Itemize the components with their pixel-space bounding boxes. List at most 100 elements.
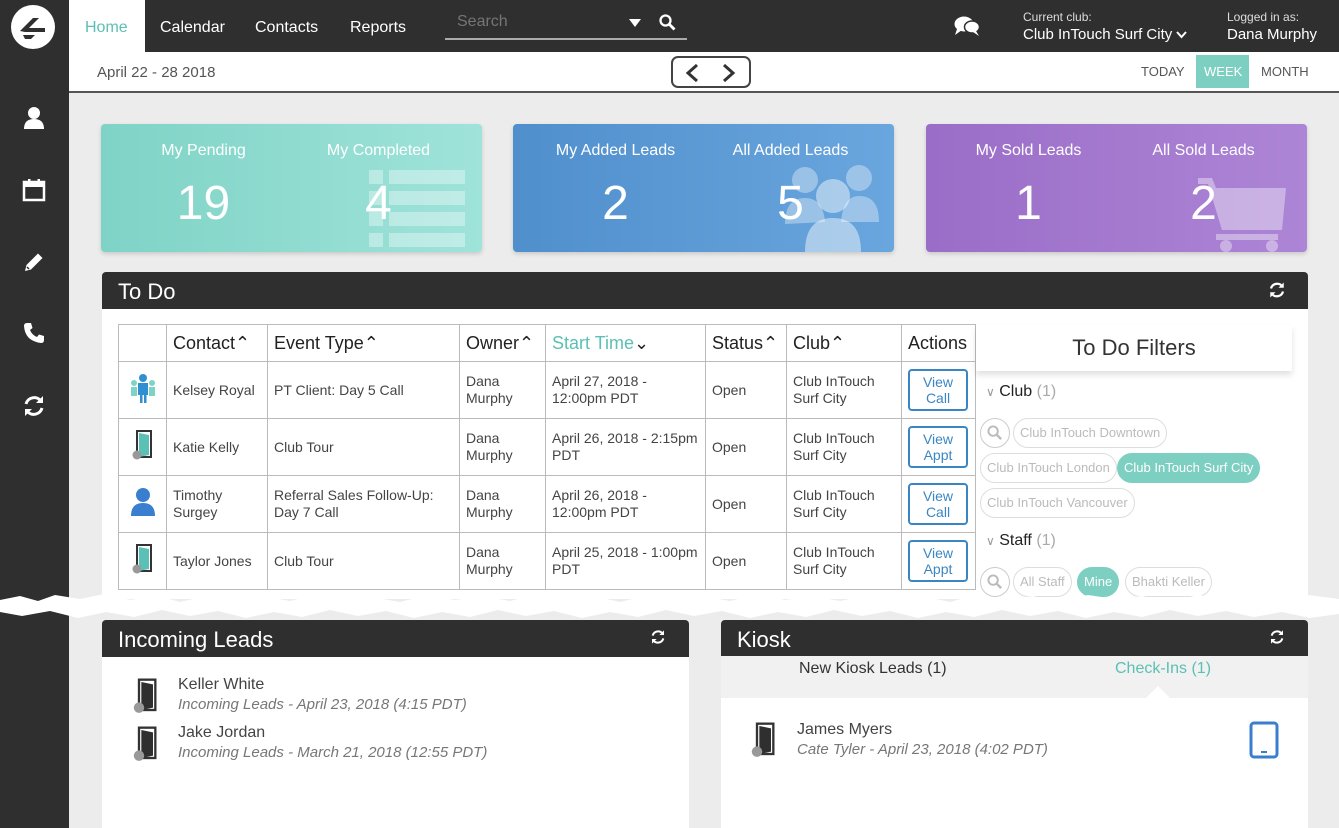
- status-cell: Open: [705, 532, 787, 590]
- owner-cell: Dana Murphy: [459, 361, 546, 419]
- search-icon: [987, 574, 1002, 589]
- club-filter-toggle[interactable]: ∨ Club (1): [986, 383, 1056, 401]
- col-actions: Actions: [901, 324, 976, 362]
- all-added-leads-label: All Added Leads: [732, 142, 849, 159]
- sold-leads-card[interactable]: My Sold Leads 1 All Sold Leads 2: [926, 124, 1307, 252]
- contact-cell: Kelsey Royal: [166, 361, 268, 419]
- tab-reports[interactable]: Reports: [350, 0, 406, 52]
- calendar-icon[interactable]: [18, 174, 50, 206]
- tablet-icon[interactable]: [1249, 721, 1279, 759]
- table-row[interactable]: Taylor Jones Club Tour Dana Murphy April…: [118, 532, 976, 590]
- current-club-label: Current club:: [1023, 10, 1092, 24]
- view-call-button[interactable]: View Call: [908, 369, 968, 411]
- view-today-button[interactable]: TODAY: [1133, 55, 1193, 88]
- torn-edge-divider: [0, 594, 1339, 618]
- kiosk-header: Kiosk: [721, 620, 1308, 657]
- list-item[interactable]: Keller White Incoming Leads - April 23, …: [178, 676, 467, 713]
- tab-contacts[interactable]: Contacts: [255, 0, 318, 52]
- start-cell: April 26, 2018 - 2:15pm PDT: [545, 418, 706, 476]
- date-nav: [671, 56, 751, 88]
- my-added-leads-value: 2: [602, 177, 629, 230]
- view-appt-button[interactable]: View Appt: [908, 426, 968, 468]
- tab-check-ins[interactable]: Check-Ins (1): [1115, 660, 1211, 678]
- phone-icon[interactable]: [18, 317, 50, 349]
- chevron-left-icon[interactable]: [685, 63, 699, 83]
- my-pending-value: 19: [176, 177, 231, 230]
- chevron-down-icon: [1176, 31, 1188, 39]
- tasks-card[interactable]: My Pending 19 My Completed 4: [101, 124, 482, 252]
- todo-title: To Do: [118, 279, 176, 304]
- contact-cell: Katie Kelly: [166, 418, 268, 476]
- my-sold-leads-label: My Sold Leads: [975, 142, 1082, 159]
- view-call-button[interactable]: View Call: [908, 483, 968, 525]
- current-club-selector[interactable]: Current club: Club InTouch Surf City: [1023, 10, 1188, 43]
- checkin-name: James Myers: [797, 721, 893, 738]
- lead-name: Jake Jordan: [178, 724, 266, 741]
- col-event-type[interactable]: Event Type⌃: [267, 324, 460, 362]
- tab-calendar[interactable]: Calendar: [160, 0, 225, 52]
- app-logo[interactable]: [11, 5, 55, 49]
- search-input[interactable]: [457, 13, 627, 31]
- event-cell: Referral Sales Follow-Up: Day 7 Call: [267, 475, 460, 533]
- col-contact[interactable]: Contact⌃: [166, 324, 268, 362]
- start-cell: April 27, 2018 - 12:00pm PDT: [545, 361, 706, 419]
- list-item[interactable]: Jake Jordan Incoming Leads - March 21, 2…: [178, 724, 487, 761]
- todo-header: To Do: [102, 272, 1308, 309]
- club-filter-count: (1): [1036, 383, 1057, 400]
- col-event-label: Event Type: [274, 332, 364, 353]
- my-pending-label: My Pending: [161, 142, 246, 159]
- col-club[interactable]: Club⌃: [786, 324, 902, 362]
- col-status[interactable]: Status⌃: [705, 324, 787, 362]
- all-sold-leads-value: 2: [1190, 177, 1217, 230]
- added-leads-card[interactable]: My Added Leads 2 All Added Leads 5: [513, 124, 894, 252]
- owner-cell: Dana Murphy: [459, 532, 546, 590]
- owner-cell: Dana Murphy: [459, 475, 546, 533]
- staff-filter-toggle[interactable]: ∨ Staff (1): [986, 532, 1056, 550]
- todo-table: Contact⌃ Event Type⌃ Owner⌃ Start Time⌄ …: [118, 324, 976, 590]
- incoming-leads-body: Keller White Incoming Leads - April 23, …: [102, 657, 689, 828]
- col-start-time[interactable]: Start Time⌄: [545, 324, 706, 362]
- owner-cell: Dana Murphy: [459, 418, 546, 476]
- table-row[interactable]: Timothy Surgey Referral Sales Follow-Up:…: [118, 475, 976, 533]
- chat-icon[interactable]: [954, 15, 980, 37]
- date-range: April 22 - 28 2018: [97, 64, 216, 81]
- col-owner[interactable]: Owner⌃: [459, 324, 546, 362]
- club-chip-downtown[interactable]: Club InTouch Downtown: [1013, 418, 1168, 448]
- club-chip-london[interactable]: Club InTouch London: [980, 453, 1117, 483]
- view-month-button[interactable]: MONTH: [1253, 55, 1317, 88]
- tab-home[interactable]: Home: [69, 0, 145, 52]
- club-chip-vancouver[interactable]: Club InTouch Vancouver: [980, 488, 1135, 518]
- view-week-button[interactable]: WEEK: [1196, 55, 1249, 88]
- table-row[interactable]: Kelsey Royal PT Client: Day 5 Call Dana …: [118, 361, 976, 419]
- refresh-icon[interactable]: [1269, 629, 1285, 645]
- club-chip-surf-city[interactable]: Club InTouch Surf City: [1117, 453, 1261, 483]
- sort-down-icon: ⌄: [634, 332, 650, 353]
- event-cell: PT Client: Day 5 Call: [267, 361, 460, 419]
- list-item[interactable]: James Myers Cate Tyler - April 23, 2018 …: [797, 721, 1048, 758]
- event-cell: Club Tour: [267, 418, 460, 476]
- logged-in-label: Logged in as:: [1227, 10, 1300, 24]
- door-icon: [133, 678, 157, 713]
- search-icon[interactable]: [659, 14, 676, 31]
- pencil-icon[interactable]: [18, 246, 50, 278]
- club-cell: Club InTouch Surf City: [786, 418, 902, 476]
- user-icon[interactable]: [18, 102, 50, 134]
- col-owner-label: Owner: [466, 332, 520, 353]
- refresh-icon[interactable]: [650, 629, 666, 645]
- table-row[interactable]: Katie Kelly Club Tour Dana Murphy April …: [118, 418, 976, 476]
- chevron-down-icon[interactable]: [629, 19, 641, 27]
- kiosk-tabs: New Kiosk Leads (1) Check-Ins (1): [721, 656, 1308, 698]
- sort-up-icon: ⌃: [363, 332, 379, 353]
- sync-icon[interactable]: [18, 390, 50, 422]
- contact-cell: Timothy Surgey: [166, 475, 268, 533]
- event-cell: Club Tour: [267, 532, 460, 590]
- checkin-detail: Cate Tyler - April 23, 2018 (4:02 PDT): [797, 741, 1048, 758]
- sort-up-icon: ⌃: [763, 332, 779, 353]
- col-club-label: Club: [793, 332, 831, 353]
- club-search-button[interactable]: [980, 418, 1010, 448]
- view-appt-button[interactable]: View Appt: [908, 540, 968, 582]
- chevron-right-icon[interactable]: [722, 63, 736, 83]
- lead-name: Keller White: [178, 676, 265, 693]
- tab-new-kiosk-leads[interactable]: New Kiosk Leads (1): [799, 660, 947, 678]
- refresh-icon[interactable]: [1268, 281, 1286, 299]
